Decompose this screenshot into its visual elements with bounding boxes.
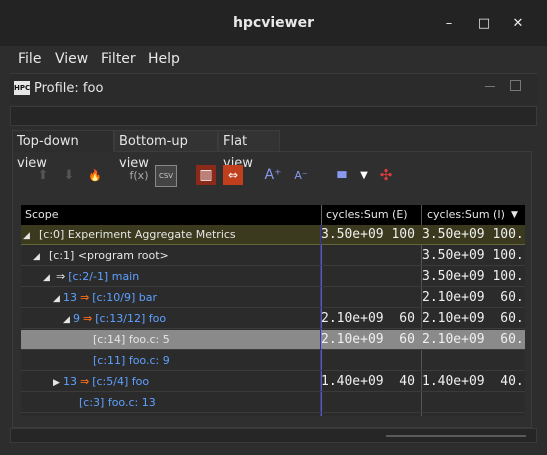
expand-icon[interactable]: ▶ bbox=[53, 378, 63, 388]
font-decrease-icon[interactable]: A⁻ bbox=[291, 165, 311, 185]
window-title: hpcviewer bbox=[232, 15, 315, 31]
scope-label[interactable]: [c:11] foo.c: 9 bbox=[93, 354, 170, 367]
menu-view[interactable]: View bbox=[55, 51, 88, 67]
table-row[interactable]: ▶ 13 ⇒ [c:5/4] foo 1.40e+09 40 1.40e+09 40. bbox=[21, 372, 525, 392]
exclusive-metric-value: 1.40e+09 40 bbox=[321, 374, 415, 389]
scope-cell: ◢ 13 ⇒ [c:10/9] bar bbox=[53, 291, 157, 304]
exclusive-metric-value: 2.10e+09 60 bbox=[321, 332, 415, 347]
zoom-in-icon[interactable]: ⬆ bbox=[33, 165, 53, 185]
menu-file[interactable]: File bbox=[18, 51, 41, 67]
minimize-icon: – bbox=[445, 15, 453, 31]
collapse-icon[interactable]: ◢ bbox=[63, 315, 73, 325]
info-bar bbox=[10, 106, 537, 126]
inclusive-metric-value: 3.50e+09 100. bbox=[422, 248, 524, 263]
table-row[interactable]: ◢ 13 ⇒ [c:10/9] bar 2.10e+09 60. bbox=[21, 288, 525, 308]
scope-cell: ◢ ⇒ [c:2/-1] main bbox=[43, 270, 139, 283]
call-site-arrow-icon: ⇒ bbox=[56, 270, 66, 283]
scope-tree-table: Scope cycles:Sum (E) cycles:Sum (I) ▼ ◢ [… bbox=[21, 205, 525, 416]
maximize-button[interactable]: □ bbox=[473, 12, 495, 34]
status-bar bbox=[10, 428, 537, 443]
scope-label: [c:0] Experiment Aggregate Metrics bbox=[39, 228, 236, 241]
title-bar: hpcviewer – □ ✕ bbox=[0, 0, 547, 47]
scope-label[interactable]: [c:5/4] foo bbox=[92, 375, 149, 388]
tab-bottom-up[interactable]: Bottom-up view bbox=[114, 130, 218, 171]
table-row[interactable]: [c:14] foo.c: 5 2.10e+09 60 2.10e+09 60. bbox=[21, 330, 525, 350]
exclusive-metric-value: 2.10e+09 60 bbox=[321, 311, 415, 326]
table-header: Scope cycles:Sum (E) cycles:Sum (I) ▼ bbox=[21, 205, 525, 225]
table-row[interactable]: ◢ ⇒ [c:2/-1] main 3.50e+09 100. bbox=[21, 267, 525, 287]
scope-cell: ◢ [c:0] Experiment Aggregate Metrics bbox=[23, 228, 236, 241]
close-icon: ✕ bbox=[512, 15, 524, 31]
exclusive-metric-value: 3.50e+09 100 bbox=[321, 227, 415, 242]
column-select-icon[interactable]: ▥ bbox=[196, 165, 216, 185]
menu-help[interactable]: Help bbox=[148, 51, 180, 67]
close-button[interactable]: ✕ bbox=[507, 12, 529, 34]
inclusive-metric-value: 2.10e+09 60. bbox=[422, 311, 524, 326]
table-row[interactable]: ◢ [c:0] Experiment Aggregate Metrics 3.50e… bbox=[21, 225, 525, 245]
collapse-icon[interactable]: ◢ bbox=[23, 231, 33, 241]
metric-divider bbox=[320, 225, 321, 416]
inclusive-metric-value: 2.10e+09 60. bbox=[422, 332, 524, 347]
line-number: 13 bbox=[63, 375, 77, 388]
tab-flat[interactable]: Flat view bbox=[218, 130, 280, 171]
thread-view-icon[interactable]: ✣ bbox=[376, 165, 396, 185]
minimize-button[interactable]: – bbox=[438, 12, 460, 34]
hot-path-icon[interactable]: 🔥 bbox=[85, 165, 105, 185]
scope-label: [c:1] <program root> bbox=[49, 249, 169, 262]
graph-icon[interactable]: ▮▮▮ bbox=[331, 165, 351, 185]
menu-filter[interactable]: Filter bbox=[101, 51, 136, 67]
line-number: 13 bbox=[63, 291, 77, 304]
zoom-out-icon[interactable]: ⬇ bbox=[59, 165, 79, 185]
resize-columns-icon[interactable]: ⇔ bbox=[223, 165, 243, 185]
horizontal-scrollbar[interactable] bbox=[386, 435, 526, 437]
call-site-arrow-icon: ⇒ bbox=[80, 291, 90, 304]
scope-cell: ◢ 9 ⇒ [c:13/12] foo bbox=[63, 312, 166, 325]
inclusive-metric-value: 1.40e+09 40. bbox=[422, 374, 524, 389]
scope-cell: [c:14] foo.c: 5 bbox=[77, 333, 170, 346]
inclusive-metric-value: 2.10e+09 60. bbox=[422, 290, 524, 305]
call-site-arrow-icon: ⇒ bbox=[83, 312, 93, 325]
maximize-icon: □ bbox=[477, 15, 491, 31]
profile-tab-bar: HPC Profile: foo bbox=[10, 73, 537, 104]
tab-top-down[interactable]: Top-down view bbox=[12, 130, 114, 171]
inclusive-metric-value: 3.50e+09 100. bbox=[422, 227, 524, 242]
font-increase-icon[interactable]: A⁺ bbox=[263, 165, 283, 185]
csv-export-icon[interactable]: CSV bbox=[155, 165, 177, 187]
hpc-logo-icon: HPC bbox=[14, 81, 30, 95]
minimize-part-icon[interactable] bbox=[485, 86, 495, 87]
view-toolbar: ⬆ ⬇ 🔥 f(x) CSV ▥ ⇔ A⁺ A⁻ ▮▮▮ ▼ ✣ bbox=[12, 165, 532, 195]
exclusive-column-header[interactable]: cycles:Sum (E) bbox=[326, 208, 408, 221]
scope-cell: ▶ 13 ⇒ [c:5/4] foo bbox=[53, 375, 149, 388]
derived-metric-icon[interactable]: f(x) bbox=[127, 165, 151, 185]
scope-label: [c:14] foo.c: 5 bbox=[93, 333, 170, 346]
collapse-icon[interactable]: ◢ bbox=[43, 273, 53, 283]
app-window: hpcviewer – □ ✕ File View Filter Help HP… bbox=[0, 0, 547, 455]
inclusive-metric-value: 3.50e+09 100. bbox=[422, 269, 524, 284]
maximize-part-icon[interactable] bbox=[510, 80, 521, 91]
sort-descending-icon: ▼ bbox=[511, 210, 518, 220]
table-row[interactable]: ◢ [c:1] <program root> 3.50e+09 100. bbox=[21, 246, 525, 266]
scope-cell: [c:11] foo.c: 9 bbox=[77, 354, 170, 367]
scope-label[interactable]: [c:10/9] bar bbox=[92, 291, 157, 304]
call-site-arrow-icon: ⇒ bbox=[80, 375, 90, 388]
collapse-icon[interactable]: ◢ bbox=[33, 252, 43, 262]
scope-label[interactable]: [c:13/12] foo bbox=[95, 312, 166, 325]
profile-tab[interactable]: Profile: foo bbox=[34, 81, 103, 96]
scope-label[interactable]: [c:2/-1] main bbox=[68, 270, 139, 283]
scope-column-header[interactable]: Scope bbox=[25, 208, 59, 221]
table-row[interactable]: [c:11] foo.c: 9 bbox=[21, 351, 525, 371]
inclusive-column-header[interactable]: cycles:Sum (I) bbox=[427, 208, 505, 221]
line-number: 9 bbox=[73, 312, 80, 325]
table-row[interactable]: ◢ 9 ⇒ [c:13/12] foo 2.10e+09 60 2.10e+09 60. bbox=[21, 309, 525, 329]
scope-cell: [c:3] foo.c: 13 bbox=[63, 396, 156, 409]
table-row[interactable]: [c:3] foo.c: 13 bbox=[21, 393, 525, 413]
collapse-icon[interactable]: ◢ bbox=[53, 294, 63, 304]
dropdown-icon[interactable]: ▼ bbox=[354, 165, 374, 185]
scope-label[interactable]: [c:3] foo.c: 13 bbox=[79, 396, 156, 409]
scope-cell: ◢ [c:1] <program root> bbox=[33, 249, 169, 262]
menu-bar: File View Filter Help bbox=[0, 46, 547, 72]
